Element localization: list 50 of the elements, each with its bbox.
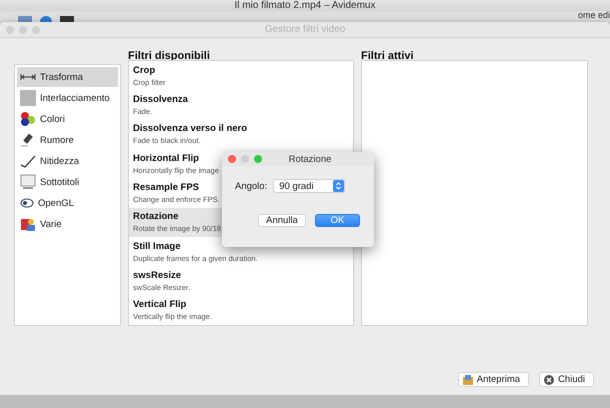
- category-item[interactable]: Varie: [17, 214, 118, 234]
- film-icon[interactable]: [60, 16, 74, 22]
- folder-icon[interactable]: [18, 16, 32, 22]
- category-label: Varie: [40, 218, 62, 230]
- category-item[interactable]: OpenGL: [17, 193, 118, 213]
- section-heading: Filtri disponibili: [128, 50, 211, 62]
- blade-icon: [20, 153, 36, 169]
- subtitle-screen-icon: [20, 174, 36, 190]
- category-label: Colori: [40, 114, 65, 124]
- filter-name: Resample FPS: [133, 182, 199, 193]
- stepper-icon: [333, 180, 344, 192]
- color-balls-icon: [20, 111, 36, 127]
- preview-button[interactable]: Anteprima: [458, 372, 530, 387]
- opengl-icon: [20, 198, 34, 208]
- close-window-icon[interactable]: [228, 155, 236, 163]
- category-label: Trasforma: [40, 72, 83, 82]
- category-label: Nitidezza: [40, 156, 80, 166]
- section-heading: Filtri attivi: [361, 50, 415, 62]
- close-button[interactable]: Chiudi: [539, 372, 594, 387]
- dialog-title: Rotazione: [288, 154, 332, 164]
- filter-name: Dissolvenza verso il nero: [133, 123, 248, 134]
- zoom-window-icon[interactable]: [254, 155, 262, 163]
- angle-select[interactable]: 90 gradi: [273, 179, 346, 193]
- category-label: Sottotitoli: [40, 176, 80, 188]
- square-swatch-icon: [20, 90, 36, 106]
- angle-label: Angolo:: [235, 180, 268, 192]
- window-title: Gestore filtri video: [264, 24, 346, 35]
- category-label: Interlacciamento: [40, 92, 110, 104]
- category-label: Rumore: [40, 134, 74, 146]
- picture-frame-icon: [20, 216, 36, 232]
- category-item[interactable]: Colori: [17, 109, 118, 129]
- filter-name: Crop: [133, 64, 156, 76]
- category-item[interactable]: Rumore: [17, 130, 118, 150]
- category-item[interactable]: Nitidezza: [17, 151, 118, 171]
- filter-name: Vertical Flip: [133, 299, 186, 310]
- category-label: OpenGL: [38, 198, 74, 208]
- filter-name: Dissolvenza: [133, 94, 188, 105]
- filter-name: Rotazione: [133, 211, 178, 222]
- window-title: Il mio filmato 2.mp4 – Avidemux: [234, 0, 376, 11]
- folder-image-icon: [462, 374, 473, 384]
- cancel-button[interactable]: Annulla: [258, 214, 306, 227]
- category-item[interactable]: Interlacciamento: [17, 88, 118, 108]
- category-item[interactable]: Trasforma: [17, 67, 118, 87]
- filter-name: Still Image: [133, 240, 181, 252]
- filter-name: swsResize: [133, 270, 182, 281]
- window-text: ome edi: [578, 10, 610, 20]
- filter-name: Horizontal Flip: [133, 152, 199, 164]
- close-icon: [544, 374, 554, 384]
- globe-icon[interactable]: [40, 16, 52, 22]
- category-item[interactable]: Sottotitoli: [17, 172, 118, 192]
